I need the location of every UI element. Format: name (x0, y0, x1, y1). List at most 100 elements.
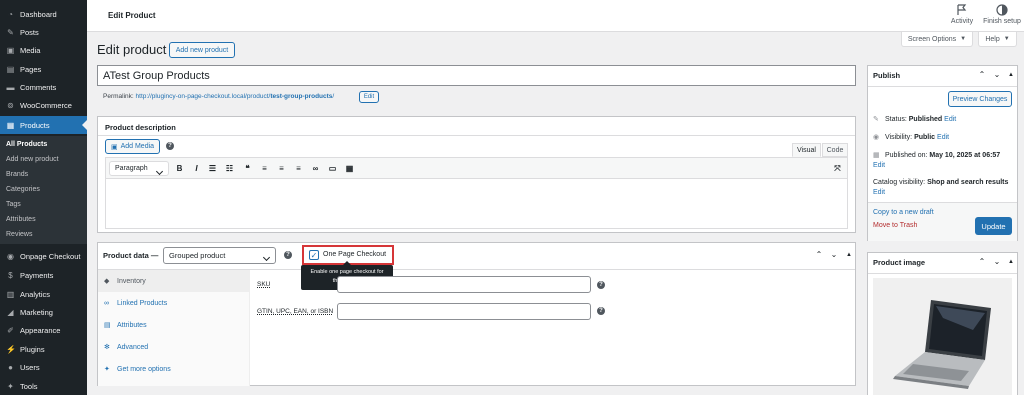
product-title-input[interactable]: ATest Group Products (97, 65, 856, 86)
move-up-icon[interactable]: ⌃ (978, 71, 986, 79)
submenu-reviews[interactable]: Reviews (6, 231, 32, 238)
toolbar-toggle-icon[interactable]: ▦ (345, 164, 354, 173)
archive-icon: ▦ (6, 120, 15, 130)
move-down-icon[interactable]: ⌄ (993, 71, 1001, 79)
tab-code[interactable]: Code (822, 143, 848, 157)
align-center-icon[interactable]: ≡ (277, 164, 286, 173)
published-edit-link[interactable]: Edit (873, 162, 885, 169)
update-button[interactable]: Update (975, 217, 1012, 235)
copy-to-draft-link[interactable]: Copy to a new draft (873, 209, 934, 216)
product-image[interactable] (873, 278, 1012, 395)
activity-button[interactable]: Activity (947, 4, 977, 25)
tab-advanced[interactable]: ✻ Advanced (98, 336, 250, 358)
read-more-icon[interactable]: ▭ (328, 164, 337, 173)
megaphone-icon: ◢ (7, 307, 14, 317)
publish-heading: Publish (873, 71, 901, 80)
align-left-icon[interactable]: ≡ (260, 164, 269, 173)
bullet-list-icon[interactable]: ☰ (208, 164, 217, 173)
sidebar-item-comments[interactable]: ▬ Comments (0, 78, 87, 96)
submenu-add-new-product[interactable]: Add new product (6, 156, 59, 163)
visibility-edit-link[interactable]: Edit (937, 134, 949, 141)
media-icon: ▣ (6, 45, 15, 55)
help-icon[interactable]: ? (597, 307, 605, 315)
gtin-input[interactable] (337, 303, 591, 320)
admin-sidebar: ◔ Dashboard ✎ Posts ▣ Media ▤ Pages ▬ Comment… (0, 0, 87, 395)
help-icon[interactable]: ? (166, 142, 174, 150)
move-up-icon[interactable]: ⌃ (978, 258, 986, 266)
list-icon: ▤ (104, 322, 111, 329)
pages-icon: ▤ (6, 64, 15, 74)
tab-visual[interactable]: Visual (792, 143, 821, 157)
product-image-heading: Product image (873, 258, 926, 267)
paragraph-format-select[interactable]: Paragraph (109, 161, 169, 176)
preview-changes-button[interactable]: Preview Changes (948, 91, 1012, 107)
eye-icon: ◉ (873, 134, 880, 141)
italic-icon[interactable]: I (192, 164, 201, 173)
add-media-button[interactable]: ▣ Add Media (105, 139, 160, 154)
sidebar-item-dashboard[interactable]: ◔ Dashboard (0, 5, 87, 23)
add-new-product-button[interactable]: Add new product (169, 42, 235, 58)
permalink-edit-button[interactable]: Edit (359, 91, 379, 103)
help-icon[interactable]: ? (284, 251, 292, 259)
move-up-icon[interactable]: ⌃ (815, 251, 823, 259)
screen-options-button[interactable]: Screen Options ▼ (901, 32, 973, 47)
sidebar-item-products[interactable]: ▦ Products (0, 116, 87, 134)
submenu-all-products[interactable]: All Products (6, 141, 47, 148)
blockquote-icon[interactable]: ❝ (243, 164, 252, 173)
align-right-icon[interactable]: ≡ (294, 164, 303, 173)
finish-setup-button[interactable]: Finish setup (982, 4, 1022, 25)
submenu-brands[interactable]: Brands (6, 171, 28, 178)
woo-icon: ⊚ (7, 100, 14, 110)
status-edit-link[interactable]: Edit (944, 116, 956, 123)
fullscreen-icon[interactable]: ⤧ (833, 164, 842, 173)
brush-icon: ✐ (7, 325, 14, 335)
caret-down-icon: ▼ (960, 36, 967, 42)
submenu-tags[interactable]: Tags (6, 201, 21, 208)
toggle-panel-icon[interactable]: ▲ (845, 251, 853, 259)
editor-content-area[interactable] (105, 179, 848, 229)
bold-icon[interactable]: B (175, 164, 184, 173)
tab-attributes[interactable]: ▤ Attributes (98, 314, 250, 336)
sku-input[interactable] (337, 276, 591, 293)
sidebar-item-woocommerce[interactable]: ⊚ WooCommerce (0, 96, 87, 114)
tab-inventory[interactable]: ◆ Inventory (98, 270, 250, 292)
sidebar-item-marketing[interactable]: ◢ Marketing (0, 303, 87, 321)
page-title: Edit product (97, 42, 167, 57)
sidebar-item-users[interactable]: ● Users (0, 358, 87, 376)
sidebar-item-payments[interactable]: $ Payments (0, 266, 87, 284)
one-page-checkout-checkbox[interactable]: ✓ (309, 250, 319, 260)
diamond-icon: ◆ (104, 278, 110, 285)
help-icon[interactable]: ? (597, 281, 605, 289)
calendar-icon: ▦ (873, 152, 880, 159)
sidebar-item-posts[interactable]: ✎ Posts (0, 23, 87, 41)
move-to-trash-link[interactable]: Move to Trash (873, 222, 917, 229)
tab-get-more-options[interactable]: ✦ Get more options (98, 358, 250, 380)
sidebar-item-plugins[interactable]: ⚡ Plugins (0, 340, 87, 358)
toggle-panel-icon[interactable]: ▲ (1007, 258, 1015, 266)
published-on-line: ▦ Published on: May 10, 2025 at 06:57 (873, 152, 1001, 159)
comment-icon: ▬ (6, 82, 15, 92)
link-icon[interactable]: ∞ (311, 164, 320, 173)
sidebar-item-appearance[interactable]: ✐ Appearance (0, 321, 87, 339)
help-button[interactable]: Help ▼ (978, 32, 1017, 47)
dashboard-icon: ◔ (8, 9, 13, 19)
editor-toolbar: Paragraph B I ☰ ☷ ❝ ≡ ≡ ≡ ∞ ▭ ▦ ⤧ (105, 157, 848, 179)
sidebar-item-media[interactable]: ▣ Media (0, 41, 87, 59)
tab-linked-products[interactable]: ∞ Linked Products (98, 292, 250, 314)
product-type-select[interactable]: Grouped product (163, 247, 276, 264)
sidebar-item-analytics[interactable]: ▥ Analytics (0, 285, 87, 303)
sidebar-item-tools[interactable]: ✦ Tools (0, 377, 87, 395)
catalog-edit-link[interactable]: Edit (873, 189, 885, 196)
toggle-panel-icon[interactable]: ▲ (1007, 71, 1015, 79)
move-down-icon[interactable]: ⌄ (993, 258, 1001, 266)
bar-chart-icon: ▥ (6, 289, 15, 299)
move-down-icon[interactable]: ⌄ (830, 251, 838, 259)
plug-icon: ⚡ (6, 344, 16, 354)
submenu-categories[interactable]: Categories (6, 186, 40, 193)
top-bar-title: Edit Product (108, 11, 156, 20)
numbered-list-icon[interactable]: ☷ (225, 164, 234, 173)
sidebar-item-pages[interactable]: ▤ Pages (0, 60, 87, 78)
sidebar-item-onpage-checkout[interactable]: ◉ Onpage Checkout (0, 247, 87, 265)
submenu-attributes[interactable]: Attributes (6, 216, 36, 223)
permalink-link[interactable]: http://plugincy-on-page-checkout.local/p… (136, 93, 335, 100)
